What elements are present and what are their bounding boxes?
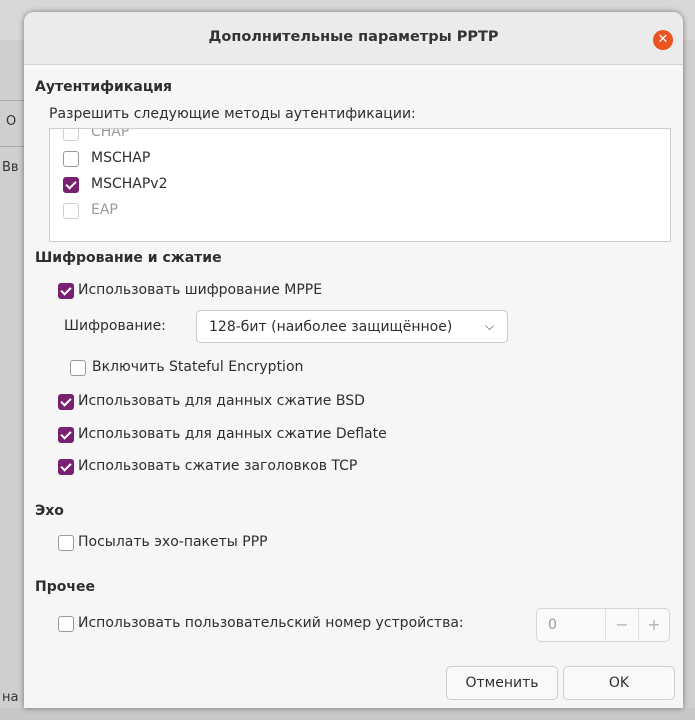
background-window-right xyxy=(683,40,695,720)
mschap-checkbox[interactable] xyxy=(63,151,79,167)
echo-ppp-checkbox[interactable] xyxy=(58,535,74,551)
custom-unit-checkbox[interactable] xyxy=(58,616,74,632)
cancel-button[interactable]: Отменить xyxy=(446,666,558,700)
custom-unit-label[interactable]: Использовать пользовательский номер устр… xyxy=(78,615,464,631)
eap-label: EAP xyxy=(91,202,118,218)
section-misc: Прочее xyxy=(35,579,95,595)
tcp-checkbox[interactable] xyxy=(58,459,74,475)
echo-ppp-label[interactable]: Посылать эхо-пакеты PPP xyxy=(78,534,268,550)
bsd-checkbox[interactable] xyxy=(58,394,74,410)
cipher-label: Шифрование: xyxy=(64,318,166,334)
ok-button[interactable]: OK xyxy=(563,666,675,700)
cipher-select[interactable]: 128-бит (наиболее защищённое) ⌵ xyxy=(196,310,508,343)
background-fragment: Вв xyxy=(2,160,19,175)
background-divider xyxy=(0,100,24,101)
cipher-select-value: 128-бит (наиболее защищённое) xyxy=(209,319,453,335)
mschapv2-checkbox[interactable] xyxy=(63,177,79,193)
decrement-button[interactable]: − xyxy=(606,615,638,634)
background-window-bottom xyxy=(0,708,695,720)
pptp-advanced-dialog: Дополнительные параметры PPTP ✕ Аутентиф… xyxy=(24,12,683,708)
tcp-label[interactable]: Использовать сжатие заголовков TCP xyxy=(78,458,357,474)
mschapv2-label: MSCHAPv2 xyxy=(91,176,168,192)
chap-checkbox[interactable] xyxy=(63,129,79,141)
background-fragment: О xyxy=(6,114,17,129)
dialog-titlebar: Дополнительные параметры PPTP ✕ xyxy=(24,12,683,65)
deflate-checkbox[interactable] xyxy=(58,427,74,443)
auth-prompt: Разрешить следующие методы аутентификаци… xyxy=(49,106,416,122)
unit-number-value[interactable]: 0 xyxy=(548,617,557,633)
mschap-label: MSCHAP xyxy=(91,150,151,166)
eap-checkbox[interactable] xyxy=(63,203,79,219)
increment-button[interactable]: + xyxy=(638,615,670,634)
section-echo: Эхо xyxy=(35,503,64,519)
auth-methods-list[interactable]: CHAP MSCHAP MSCHAPv2 EAP xyxy=(49,128,671,242)
bsd-label[interactable]: Использовать для данных сжатие BSD xyxy=(78,393,365,409)
background-fragment: на xyxy=(2,690,19,705)
section-encryption: Шифрование и сжатие xyxy=(35,250,222,266)
stateful-label[interactable]: Включить Stateful Encryption xyxy=(92,359,303,375)
unit-number-spinner[interactable]: 0 − + xyxy=(536,608,670,642)
use-mppe-checkbox[interactable] xyxy=(58,283,74,299)
stateful-checkbox[interactable] xyxy=(70,360,86,376)
background-divider xyxy=(0,146,24,147)
chevron-down-icon: ⌵ xyxy=(485,319,495,333)
deflate-label[interactable]: Использовать для данных сжатие Deflate xyxy=(78,426,387,442)
section-authentication: Аутентификация xyxy=(35,79,172,95)
background-window-left xyxy=(0,40,24,720)
chap-label: CHAP xyxy=(91,128,130,140)
dialog-title: Дополнительные параметры PPTP xyxy=(208,29,499,45)
use-mppe-label[interactable]: Использовать шифрование MPPE xyxy=(78,282,322,298)
close-icon[interactable]: ✕ xyxy=(653,30,673,50)
